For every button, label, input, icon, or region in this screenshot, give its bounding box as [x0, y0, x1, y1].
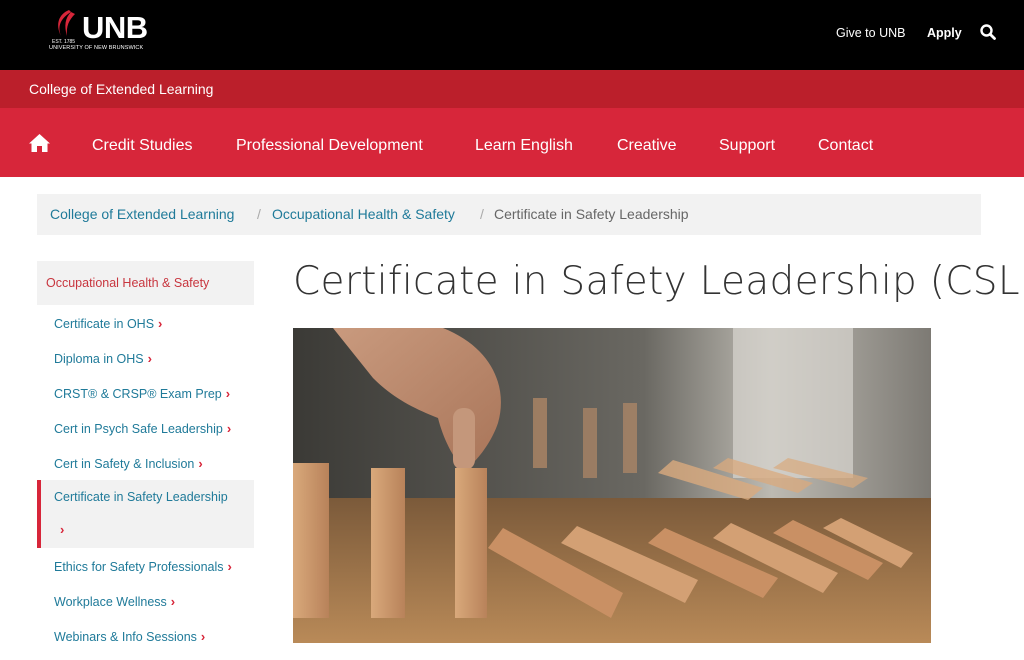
chevron-right-icon: ›: [147, 351, 152, 366]
nav-contact[interactable]: Contact: [818, 137, 873, 155]
nav-support[interactable]: Support: [719, 137, 775, 155]
sidebar-item-label: Certificate in Safety Leadership: [54, 490, 228, 504]
chevron-right-icon: ›: [226, 421, 232, 436]
hero-image: [293, 328, 931, 643]
sidebar-item-safety-leadership[interactable]: Certificate in Safety Leadership ›: [37, 480, 254, 548]
home-icon[interactable]: [28, 133, 51, 153]
dominoes-image: [293, 328, 931, 643]
breadcrumb: College of Extended Learning / Occupatio…: [37, 194, 981, 235]
breadcrumb-ohs[interactable]: Occupational Health & Safety: [272, 206, 455, 222]
sidebar-item-ethics[interactable]: Ethics for Safety Professionals ›: [54, 559, 232, 574]
sidebar-item-label: Workplace Wellness: [54, 595, 167, 609]
nav-learn-english[interactable]: Learn English: [475, 137, 573, 155]
sidebar-item-label: CRST® & CRSP® Exam Prep: [54, 387, 222, 401]
chevron-right-icon: ›: [200, 629, 206, 644]
chevron-right-icon: ›: [158, 316, 163, 331]
sidebar-item-label: Cert in Psych Safe Leadership: [54, 422, 223, 436]
unb-logo-mark-icon: [58, 10, 75, 36]
sidebar-heading-label: Occupational Health & Safety: [46, 276, 210, 290]
sidebar-item-psych-safe[interactable]: Cert in Psych Safe Leadership ›: [54, 421, 231, 436]
breadcrumb-college[interactable]: College of Extended Learning: [50, 206, 234, 222]
nav-creative[interactable]: Creative: [617, 137, 677, 155]
give-to-unb-link[interactable]: Give to UNB: [836, 26, 905, 40]
breadcrumb-separator: /: [480, 206, 484, 222]
chevron-right-icon: ›: [170, 594, 176, 609]
chevron-right-icon: ›: [198, 456, 203, 471]
logo-university-name: UNIVERSITY OF NEW BRUNSWICK: [49, 45, 144, 51]
sidebar-item-diploma-ohs[interactable]: Diploma in OHS ›: [54, 351, 152, 366]
sidebar-item-webinars[interactable]: Webinars & Info Sessions ›: [54, 629, 205, 644]
college-home-link[interactable]: College of Extended Learning: [29, 81, 213, 97]
sidebar-item-label: Certificate in OHS: [54, 317, 155, 331]
chevron-right-icon: ›: [227, 559, 232, 574]
sidebar-item-exam-prep[interactable]: CRST® & CRSP® Exam Prep ›: [54, 386, 230, 401]
breadcrumb-current: Certificate in Safety Leadership: [494, 206, 689, 222]
unb-logo[interactable]: UNB EST. 1785 UNIVERSITY OF NEW BRUNSWIC…: [44, 8, 164, 58]
sidebar-item-wellness[interactable]: Workplace Wellness ›: [54, 594, 175, 609]
apply-link[interactable]: Apply: [927, 26, 962, 40]
chevron-right-icon: ›: [60, 522, 65, 537]
sidebar-heading[interactable]: Occupational Health & Safety: [37, 261, 254, 305]
sidebar-item-certificate-ohs[interactable]: Certificate in OHS ›: [54, 316, 162, 331]
sidebar-item-safety-inclusion[interactable]: Cert in Safety & Inclusion ›: [54, 456, 203, 471]
sidebar-item-label: Ethics for Safety Professionals: [54, 560, 224, 574]
logo-wordmark: UNB: [82, 10, 148, 45]
top-bar: UNB EST. 1785 UNIVERSITY OF NEW BRUNSWIC…: [0, 0, 1024, 70]
sidebar-item-label: Diploma in OHS: [54, 352, 144, 366]
main-nav: Credit Studies Professional Development …: [0, 108, 1024, 177]
search-icon[interactable]: [979, 23, 997, 41]
sidebar-item-label: Cert in Safety & Inclusion: [54, 457, 195, 471]
chevron-right-icon: ›: [225, 386, 231, 401]
nav-professional-development[interactable]: Professional Development: [236, 137, 423, 155]
nav-credit-studies[interactable]: Credit Studies: [92, 137, 193, 155]
breadcrumb-separator: /: [257, 206, 261, 222]
college-bar: College of Extended Learning: [0, 70, 1024, 108]
page-title: Certificate in Safety Leadership (CSL): [293, 259, 1024, 304]
sidebar-item-label: Webinars & Info Sessions: [54, 630, 197, 644]
